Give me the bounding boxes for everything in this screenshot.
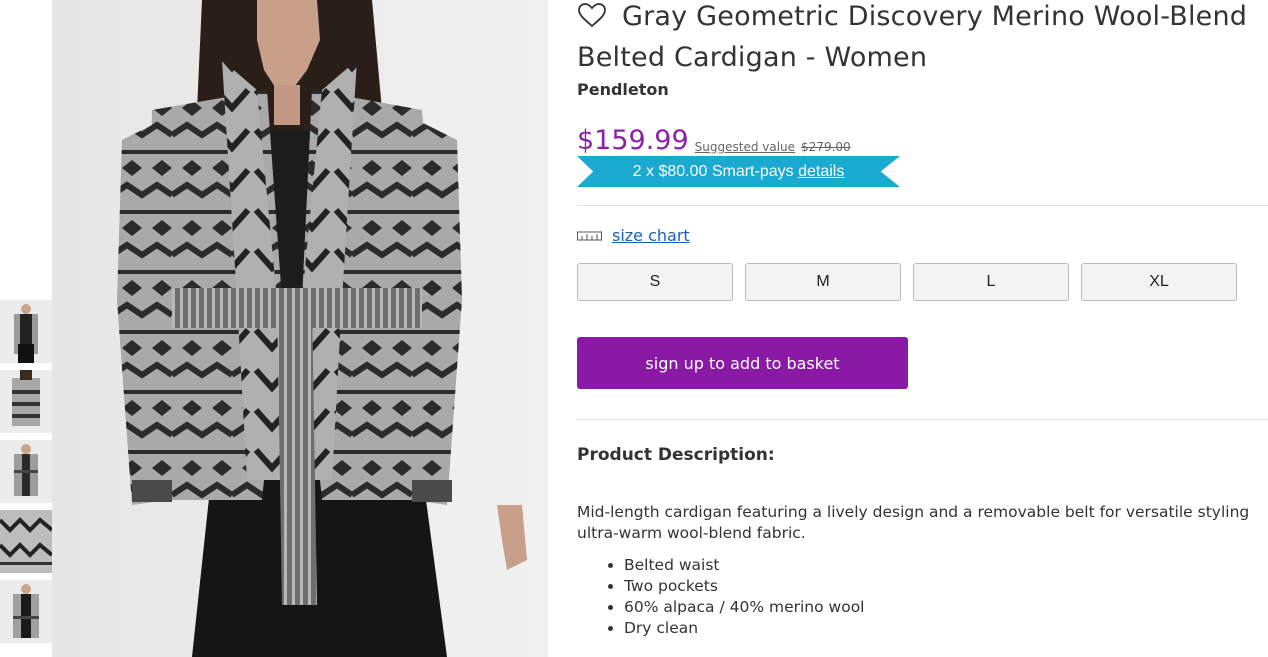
price-row: $159.99 Suggested value $279.00 [577,124,1268,156]
suggested-value-label[interactable]: Suggested value [695,140,795,154]
product-info-panel: Gray Geometric Discovery Merino Wool-Ble… [577,0,1268,639]
smartpays-text: 2 x $80.00 Smart-pays [632,163,794,180]
heart-outline-icon[interactable] [577,2,607,28]
bullet-item: Two pockets [624,576,1268,597]
bullet-item: 60% alpaca / 40% merino wool [624,597,1268,618]
bullet-item: Belted waist [624,555,1268,576]
smartpays-details-link[interactable]: details [798,163,844,180]
title-wrap: Gray Geometric Discovery Merino Wool-Ble… [577,0,1268,78]
thumbnail-strip [0,300,52,650]
size-button-m[interactable]: M [745,263,901,301]
smartpays-ribbon: 2 x $80.00 Smart-pays details [577,156,900,187]
description-bullets: Belted waist Two pockets 60% alpaca / 40… [624,555,1268,639]
size-selector: S M L XL [577,263,1268,301]
description-heading: Product Description: [577,445,775,465]
description-text: Mid-length cardigan featuring a lively d… [577,503,1250,542]
ruler-icon [577,231,602,241]
bullet-item: Dry clean [624,618,1268,639]
size-button-s[interactable]: S [577,263,733,301]
size-button-xl[interactable]: XL [1081,263,1237,301]
thumbnail-2[interactable] [0,370,52,433]
thumbnail-1[interactable] [0,300,52,363]
divider [577,419,1268,420]
thumbnail-5[interactable] [0,580,52,643]
thumbnail-3[interactable] [0,440,52,503]
size-chart-link[interactable]: size chart [612,226,690,245]
product-title: Gray Geometric Discovery Merino Wool-Ble… [577,1,1248,73]
divider [577,205,1268,206]
thumbnail-4[interactable] [0,510,52,573]
sign-up-add-to-basket-button[interactable]: sign up to add to basket [577,337,908,389]
product-main-image [52,0,548,657]
suggested-value-price: $279.00 [801,140,851,154]
product-page: Gray Geometric Discovery Merino Wool-Ble… [0,0,1268,657]
size-chart-row: size chart [577,224,1268,246]
size-button-l[interactable]: L [913,263,1069,301]
brand-name[interactable]: Pendleton [577,80,1268,104]
current-price: $159.99 [577,125,689,156]
